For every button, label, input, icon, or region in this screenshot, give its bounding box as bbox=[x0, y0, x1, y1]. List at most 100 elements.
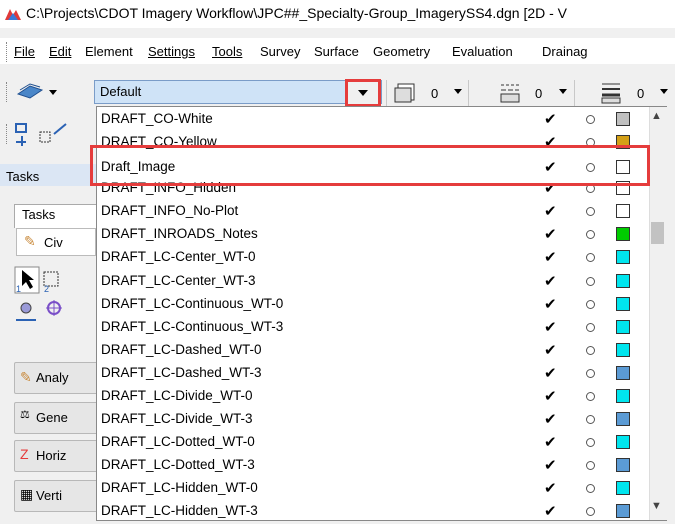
color-swatch bbox=[616, 343, 630, 357]
level-row[interactable]: DRAFT_LC-Divide_WT-3 ✔ bbox=[97, 408, 649, 432]
line-style-icon[interactable] bbox=[497, 80, 525, 106]
color-icon[interactable] bbox=[392, 80, 420, 106]
level-name: DRAFT_LC-Hidden_WT-0 bbox=[101, 480, 258, 495]
radio-dot-icon bbox=[586, 115, 595, 124]
checkmark-icon: ✔ bbox=[544, 365, 557, 382]
menu-geometry[interactable]: Geometry bbox=[373, 44, 430, 59]
radio-dot-icon bbox=[586, 438, 595, 447]
analysis-label: Analy bbox=[36, 370, 69, 385]
color-swatch bbox=[616, 274, 630, 288]
menu-drainage[interactable]: Drainag bbox=[542, 44, 588, 59]
radio-dot-icon bbox=[586, 484, 595, 493]
checkmark-icon: ✔ bbox=[544, 249, 557, 266]
checkmark-icon: ✔ bbox=[544, 273, 557, 290]
level-row[interactable]: DRAFT_LC-Dashed_WT-3 ✔ bbox=[97, 362, 649, 386]
menu-surface[interactable]: Surface bbox=[314, 44, 359, 59]
level-row[interactable]: DRAFT_CO-White ✔ bbox=[97, 108, 649, 132]
chevron-down-icon[interactable] bbox=[453, 88, 463, 96]
select-tools-icons[interactable]: 1 2 bbox=[14, 266, 94, 324]
color-swatch bbox=[616, 458, 630, 472]
general-icon: ⚖ bbox=[20, 409, 30, 421]
color-swatch bbox=[616, 297, 630, 311]
level-row[interactable]: DRAFT_LC-Dotted_WT-0 ✔ bbox=[97, 431, 649, 455]
radio-dot-icon bbox=[586, 392, 595, 401]
level-name: DRAFT_LC-Dashed_WT-0 bbox=[101, 342, 262, 357]
menu-survey[interactable]: Survey bbox=[260, 44, 300, 59]
horizontal-label: Horiz bbox=[36, 448, 67, 463]
checkmark-icon: ✔ bbox=[544, 388, 557, 405]
level-row[interactable]: DRAFT_INROADS_Notes ✔ bbox=[97, 223, 649, 247]
tasks-header-label: Tasks bbox=[6, 169, 40, 184]
radio-dot-icon bbox=[586, 346, 595, 355]
horizontal-icon: Z bbox=[20, 446, 29, 462]
checkmark-icon: ✔ bbox=[544, 434, 557, 451]
level-name: DRAFT_LC-Divide_WT-3 bbox=[101, 411, 253, 426]
color-swatch bbox=[616, 227, 630, 241]
toolbar-grip bbox=[6, 82, 10, 102]
level-name: DRAFT_LC-Dotted_WT-0 bbox=[101, 434, 255, 449]
radio-dot-icon bbox=[586, 415, 595, 424]
menu-file[interactable]: File bbox=[14, 44, 35, 59]
checkmark-icon: ✔ bbox=[544, 296, 557, 313]
level-dropdown-button[interactable] bbox=[345, 79, 381, 107]
menu-evaluation[interactable]: Evaluation bbox=[452, 44, 513, 59]
checkmark-icon: ✔ bbox=[544, 226, 557, 243]
level-name: DRAFT_LC-Center_WT-0 bbox=[101, 249, 256, 264]
level-row[interactable]: DRAFT_LC-Center_WT-0 ✔ bbox=[97, 246, 649, 270]
menu-edit[interactable]: Edit bbox=[49, 44, 71, 59]
level-row[interactable]: DRAFT_LC-Continuous_WT-0 ✔ bbox=[97, 293, 649, 317]
scroll-down-icon[interactable]: ▼ bbox=[651, 500, 662, 512]
level-name: DRAFT_LC-Center_WT-3 bbox=[101, 273, 256, 288]
color-swatch bbox=[616, 504, 630, 518]
checkmark-icon: ✔ bbox=[544, 342, 557, 359]
line-weight-icon[interactable] bbox=[598, 80, 626, 106]
chevron-down-icon bbox=[358, 90, 368, 96]
color-swatch bbox=[616, 435, 630, 449]
level-combo-value: Default bbox=[100, 84, 142, 99]
menu-settings[interactable]: Settings bbox=[148, 44, 195, 59]
menu-element[interactable]: Element bbox=[85, 44, 133, 59]
level-name: DRAFT_LC-Dashed_WT-3 bbox=[101, 365, 262, 380]
level-row[interactable]: DRAFT_LC-Dashed_WT-0 ✔ bbox=[97, 339, 649, 363]
vertical-label: Verti bbox=[36, 488, 63, 503]
checkmark-icon: ✔ bbox=[544, 503, 557, 520]
toolbar-separator bbox=[468, 80, 469, 108]
toolbar-grip bbox=[6, 124, 10, 144]
dropdown-scrollbar[interactable] bbox=[649, 107, 667, 520]
level-row[interactable]: DRAFT_LC-Continuous_WT-3 ✔ bbox=[97, 316, 649, 340]
microstation-app-icon bbox=[5, 9, 21, 20]
primary-tools-icons[interactable] bbox=[14, 122, 94, 150]
analysis-icon: ✎ bbox=[20, 369, 32, 385]
level-name: DRAFT_LC-Continuous_WT-0 bbox=[101, 296, 284, 311]
color-swatch bbox=[616, 481, 630, 495]
level-row[interactable]: DRAFT_LC-Divide_WT-0 ✔ bbox=[97, 385, 649, 409]
color-swatch bbox=[616, 112, 630, 126]
scroll-up-icon[interactable]: ▲ bbox=[651, 110, 662, 122]
level-row[interactable]: DRAFT_INFO_No-Plot ✔ bbox=[97, 200, 649, 224]
civil-tools-icon: ✎ bbox=[24, 233, 36, 249]
level-row[interactable]: DRAFT_LC-Hidden_WT-3 ✔ bbox=[97, 500, 649, 524]
level-name: DRAFT_INROADS_Notes bbox=[101, 226, 258, 241]
level-row[interactable]: DRAFT_LC-Center_WT-3 ✔ bbox=[97, 270, 649, 294]
menu-tools[interactable]: Tools bbox=[212, 44, 242, 59]
chevron-down-icon[interactable] bbox=[659, 88, 669, 96]
level-row[interactable]: DRAFT_LC-Dotted_WT-3 ✔ bbox=[97, 454, 649, 478]
scroll-thumb[interactable] bbox=[651, 222, 664, 244]
level-name: DRAFT_CO-White bbox=[101, 111, 213, 126]
checkmark-icon: ✔ bbox=[544, 203, 557, 220]
checkmark-icon: ✔ bbox=[544, 457, 557, 474]
level-row[interactable]: DRAFT_LC-Hidden_WT-0 ✔ bbox=[97, 477, 649, 501]
line-weight-value: 0 bbox=[637, 86, 645, 101]
radio-dot-icon bbox=[586, 300, 595, 309]
chevron-down-icon[interactable] bbox=[558, 88, 568, 96]
color-swatch bbox=[616, 412, 630, 426]
color-swatch bbox=[616, 204, 630, 218]
radio-dot-icon bbox=[586, 277, 595, 286]
radio-dot-icon bbox=[586, 230, 595, 239]
window-title: C:\Projects\CDOT Imagery Workflow\JPC##_… bbox=[26, 5, 568, 21]
level-name: DRAFT_LC-Divide_WT-0 bbox=[101, 388, 253, 403]
level-name: DRAFT_INFO_No-Plot bbox=[101, 203, 239, 218]
color-swatch bbox=[616, 250, 630, 264]
tab-tasks-label: Tasks bbox=[22, 207, 56, 222]
active-level-icon[interactable] bbox=[16, 80, 58, 104]
